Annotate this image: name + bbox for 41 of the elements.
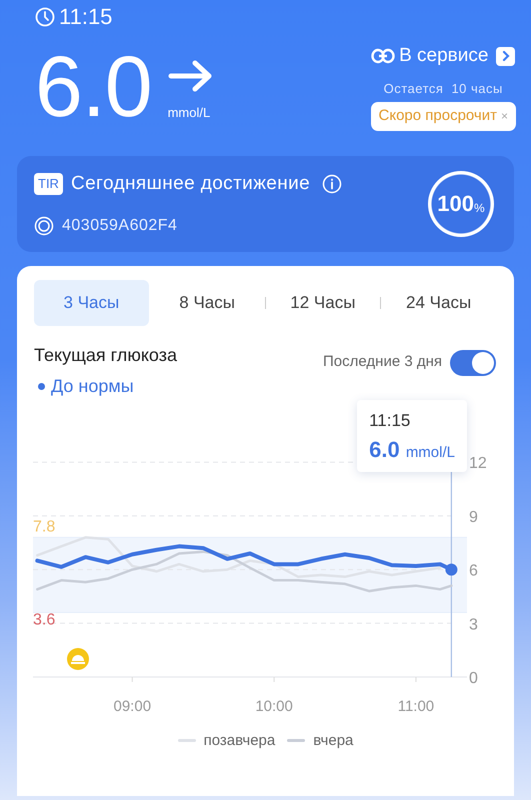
glucose-reading: 6.0 — [35, 44, 152, 130]
tir-title: Сегодняшнее достижение — [70, 172, 310, 196]
sensor-icon — [34, 216, 54, 236]
x-tick-label: 09:00 — [114, 698, 152, 714]
toggle-label: Последние 3 дня — [323, 352, 442, 372]
unit-label: mmol/L — [168, 104, 210, 122]
y-tick-label: 6 — [469, 562, 478, 580]
section-title: Текущая глюкоза — [34, 344, 177, 367]
clock-icon — [35, 7, 55, 27]
chart-tooltip: 11:15 6.0 mmol/L — [357, 400, 467, 472]
current-point — [445, 563, 458, 576]
toggle-switch[interactable] — [450, 350, 496, 376]
tir-ring: 100% — [428, 170, 494, 237]
range-tab[interactable]: 3 Часы — [34, 280, 149, 326]
range-tab[interactable]: 12 Часы — [266, 280, 380, 326]
expiry-warning: Скоро просрочит × — [370, 102, 516, 130]
legend-item: позавчера — [178, 730, 276, 752]
remaining-label: Остается — [384, 80, 444, 98]
info-icon[interactable] — [322, 174, 342, 194]
arrow-right-icon — [168, 58, 214, 92]
threshold-label: 7.8 — [33, 518, 56, 535]
details-button[interactable] — [496, 46, 516, 66]
legend-item: вчера — [287, 730, 354, 752]
chevron-right-icon[interactable] — [500, 50, 511, 62]
link-icon — [371, 48, 396, 64]
x-tick-label: 11:00 — [398, 698, 434, 714]
meal-icon — [67, 648, 89, 670]
y-tick-label: 12 — [469, 454, 487, 472]
sensor-serial: 403059A602F4 — [62, 216, 178, 236]
y-tick-label: 0 — [469, 670, 478, 686]
glucose-status: До нормы — [34, 372, 177, 400]
sensor-status: В сервисе — [399, 44, 488, 68]
remaining-time: 10 часы — [451, 80, 503, 98]
range-tab[interactable]: 8 Часы — [150, 280, 264, 326]
x-tick-label: 10:00 — [255, 698, 293, 714]
tir-badge: TIR — [34, 173, 63, 194]
status-time: 11:15 — [59, 4, 112, 30]
threshold-label: 3.6 — [33, 611, 56, 628]
y-tick-label: 9 — [469, 508, 478, 526]
range-tab[interactable]: 24 Часы — [381, 280, 496, 326]
y-tick-label: 3 — [469, 616, 478, 633]
